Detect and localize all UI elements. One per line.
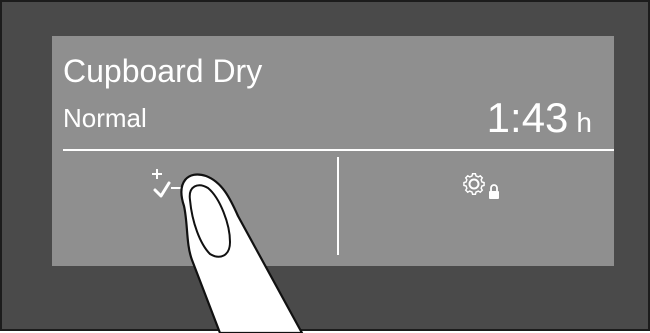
options-button[interactable]	[63, 152, 335, 262]
display-screen: Cupboard Dry Normal 1:43 h	[52, 36, 614, 266]
program-name: Cupboard Dry	[63, 53, 263, 89]
settings-button[interactable]	[342, 152, 614, 262]
checklist-plus-icon	[152, 169, 193, 198]
appliance-panel: Cupboard Dry Normal 1:43 h	[0, 0, 650, 333]
gear-lock-icon	[463, 173, 499, 199]
remaining-time: 1:43 h	[487, 96, 592, 145]
program-option: Normal	[63, 103, 147, 133]
vertical-divider	[337, 157, 339, 255]
horizontal-divider	[63, 149, 614, 151]
time-unit: h	[576, 107, 592, 138]
time-value: 1:43	[486, 94, 569, 141]
